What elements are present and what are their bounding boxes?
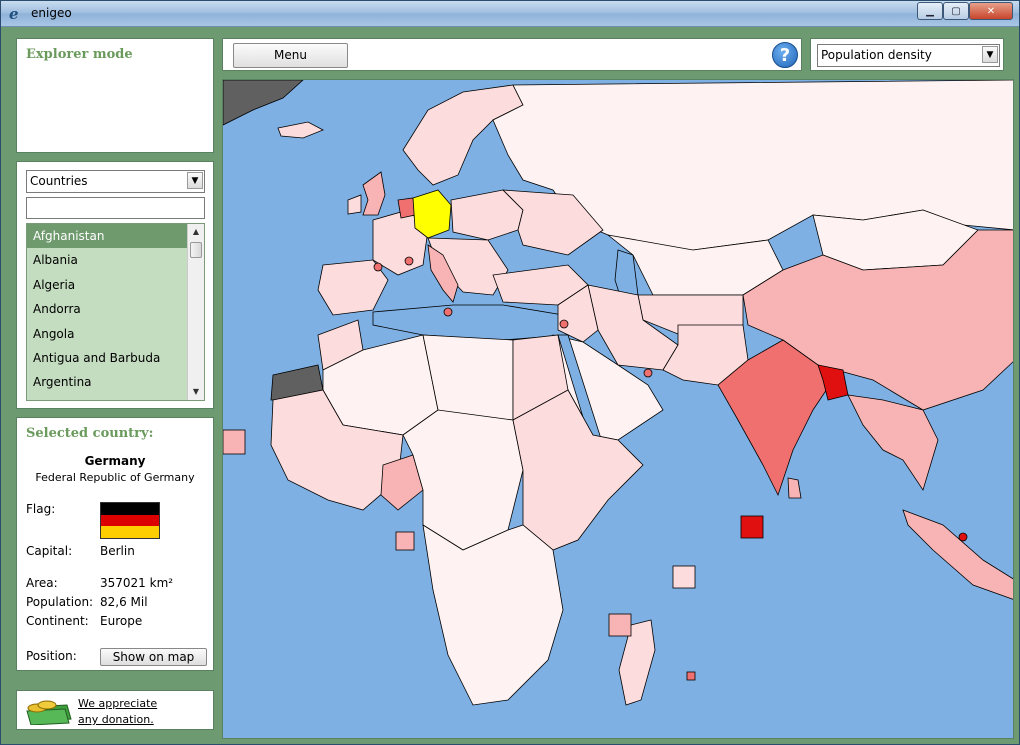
scroll-up-icon[interactable]: ▲ — [188, 224, 204, 240]
bahrain-marker[interactable] — [643, 368, 653, 378]
show-on-map-button[interactable]: Show on map — [100, 648, 207, 666]
flag-stripe — [101, 514, 159, 527]
chevron-down-icon[interactable]: ▼ — [187, 172, 203, 189]
top-toolbar: Menu ? — [222, 38, 802, 71]
list-item[interactable]: Afghanistan — [27, 224, 187, 249]
explorer-title: Explorer mode — [26, 47, 133, 62]
country-flag — [100, 502, 160, 539]
list-item[interactable]: Andorra — [27, 297, 187, 321]
maldives-marker[interactable] — [740, 515, 764, 539]
list-scrollbar[interactable]: ▲ ▼ — [187, 224, 204, 400]
position-label: Position: — [26, 649, 77, 663]
explorer-panel: Explorer mode — [16, 38, 214, 153]
list-type-select[interactable]: Countries ▼ — [26, 170, 205, 193]
map-mode-panel: Population density ▼ — [810, 38, 1004, 71]
flag-stripe — [101, 503, 159, 515]
maximize-button[interactable]: ▢ — [943, 2, 969, 20]
country-official-name: Federal Republic of Germany — [35, 471, 195, 484]
malta-marker[interactable] — [443, 307, 453, 317]
andorra-marker[interactable] — [373, 262, 383, 272]
window-controls: ▁ ▢ ✕ — [917, 2, 1013, 20]
area-label: Area: — [26, 576, 58, 590]
uk-region[interactable] — [362, 171, 386, 216]
window-title: enigeo — [31, 6, 72, 20]
population-value: 82,6 Mil — [100, 595, 148, 609]
app-window: e enigeo ▁ ▢ ✕ Explorer mode Countries ▼… — [0, 0, 1020, 745]
flag-label: Flag: — [26, 502, 56, 516]
greenland-region[interactable] — [223, 80, 304, 126]
benelux-region[interactable] — [397, 197, 416, 219]
list-item[interactable]: Argentina — [27, 370, 187, 394]
ireland-region[interactable] — [347, 194, 362, 215]
capital-label: Capital: — [26, 544, 73, 558]
seychelles-marker[interactable] — [672, 565, 696, 589]
continent-value: Europe — [100, 614, 143, 628]
list-item[interactable]: Albania — [27, 248, 187, 272]
title-bar[interactable]: e enigeo ▁ ▢ ✕ — [1, 1, 1019, 27]
sri-lanka-region[interactable] — [787, 477, 802, 499]
country-list-panel: Countries ▼ Afghanistan Albania Algeria … — [16, 161, 214, 409]
iceland-region[interactable] — [277, 121, 324, 139]
comoros-marker[interactable] — [608, 613, 632, 637]
money-icon — [26, 700, 72, 725]
menu-button[interactable]: Menu — [233, 43, 348, 68]
central-africa-region[interactable] — [402, 409, 524, 551]
minimize-button[interactable]: ▁ — [917, 2, 943, 20]
southern-africa-region[interactable] — [422, 524, 564, 706]
donation-line-2[interactable]: any donation. — [78, 712, 157, 728]
map-mode-value: Population density — [821, 48, 932, 62]
mauritius-marker[interactable] — [686, 671, 696, 681]
country-name: Germany — [84, 454, 146, 468]
map-mode-select[interactable]: Population density ▼ — [817, 44, 1000, 67]
list-type-value: Countries — [30, 174, 88, 188]
list-item[interactable]: Antigua and Barbuda — [27, 346, 187, 370]
cape-verde-marker[interactable] — [223, 429, 246, 455]
continent-label: Continent: — [26, 614, 89, 628]
scroll-down-icon[interactable]: ▼ — [188, 384, 204, 400]
indonesia-region[interactable] — [902, 509, 1014, 600]
donation-line-1[interactable]: We appreciate — [78, 696, 157, 712]
monaco-marker[interactable] — [404, 256, 414, 266]
help-icon[interactable]: ? — [772, 42, 798, 68]
donation-link[interactable]: We appreciate any donation. — [78, 696, 157, 728]
app-logo-icon: e — [9, 5, 19, 23]
list-item[interactable]: Angola — [27, 322, 187, 346]
singapore-marker[interactable] — [958, 532, 968, 542]
country-list[interactable]: Afghanistan Albania Algeria Andorra Ango… — [26, 223, 205, 401]
scroll-thumb[interactable] — [190, 242, 202, 258]
chevron-down-icon[interactable]: ▼ — [982, 46, 998, 63]
population-label: Population: — [26, 595, 94, 609]
country-search-input[interactable] — [26, 197, 205, 219]
map-canvas[interactable] — [223, 80, 1014, 739]
germany-region[interactable] — [412, 189, 452, 239]
lebanon-marker[interactable] — [559, 319, 569, 329]
close-button[interactable]: ✕ — [969, 2, 1013, 20]
donation-panel: We appreciate any donation. — [16, 690, 214, 730]
selected-country-panel: Selected country: Germany Federal Republ… — [16, 417, 214, 671]
area-value: 357021 km² — [100, 576, 174, 590]
sao-tome-marker[interactable] — [395, 531, 415, 551]
list-item[interactable]: Algeria — [27, 273, 187, 297]
world-map[interactable] — [222, 79, 1014, 739]
capital-value: Berlin — [100, 544, 135, 558]
flag-stripe — [101, 526, 159, 538]
selected-country-title: Selected country: — [26, 426, 154, 441]
